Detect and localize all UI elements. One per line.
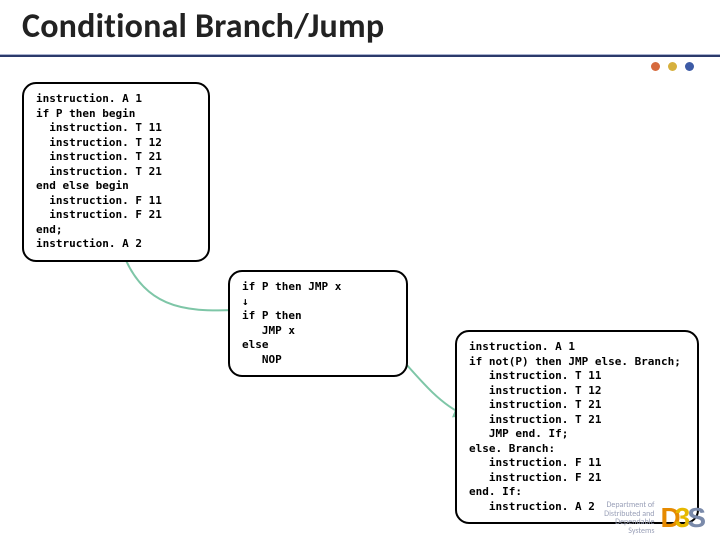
dot-icon bbox=[668, 62, 677, 71]
footer: Department of Distributed and Dependable… bbox=[604, 501, 706, 536]
dot-icon bbox=[685, 62, 694, 71]
d3s-logo: D 3 S bbox=[661, 502, 707, 534]
dot-icon bbox=[651, 62, 660, 71]
footer-text: Department of Distributed and Dependable… bbox=[604, 501, 654, 536]
slide: Conditional Branch/Jump instruction. A 1… bbox=[0, 0, 720, 540]
code-box-source: instruction. A 1 if P then begin instruc… bbox=[22, 82, 210, 262]
title-underline bbox=[0, 54, 720, 57]
logo-letter-s: S bbox=[687, 502, 706, 534]
slide-title: Conditional Branch/Jump bbox=[22, 6, 384, 47]
footer-line: Systems bbox=[604, 527, 654, 536]
code-box-transform: if P then JMP x ↓ if P then JMP x else N… bbox=[228, 270, 408, 377]
code-box-result: instruction. A 1 if not(P) then JMP else… bbox=[455, 330, 699, 524]
decorative-dots bbox=[651, 62, 694, 71]
